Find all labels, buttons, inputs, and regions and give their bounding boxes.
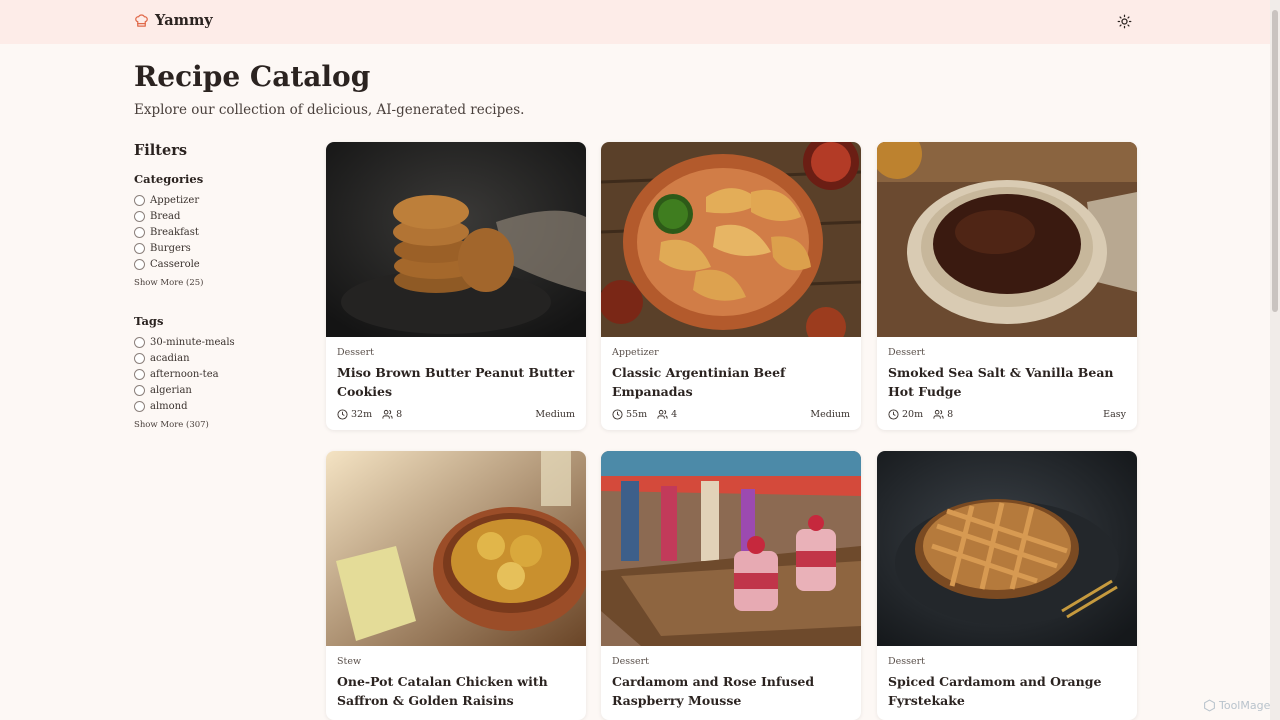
clock-icon — [612, 409, 623, 420]
recipe-image-hot-fudge — [877, 142, 1137, 337]
recipe-image-empanadas — [601, 142, 861, 337]
category-option-bread[interactable]: Bread — [134, 208, 304, 224]
radio-button[interactable] — [134, 242, 145, 254]
radio-button[interactable] — [134, 368, 145, 380]
recipe-card[interactable]: Dessert Cardamom and Rose Infused Raspbe… — [601, 451, 861, 720]
filters-title: Filters — [134, 142, 188, 159]
recipe-image-raspberry-mousse — [601, 451, 861, 646]
category-option-casserole[interactable]: Casserole — [134, 256, 304, 272]
brand-logo[interactable]: Yammy — [134, 12, 213, 29]
cook-time: 32m — [337, 409, 372, 420]
recipe-title: Cardamom and Rose Infused Raspberry Mous… — [612, 674, 815, 708]
page-title: Recipe Catalog — [134, 60, 371, 93]
brand-name: Yammy — [155, 12, 213, 29]
servings: 8 — [382, 409, 402, 420]
tags-filter: Tags 30-minute-meals acadian afternoon-t… — [134, 314, 304, 430]
difficulty: Medium — [535, 409, 575, 420]
recipe-card[interactable]: Dessert Spiced Cardamom and Orange Fyrst… — [877, 451, 1137, 720]
servings: 8 — [933, 409, 953, 420]
tag-option-algerian[interactable]: algerian — [134, 382, 304, 398]
recipe-image-cookies — [326, 142, 586, 337]
radio-button[interactable] — [134, 194, 145, 206]
chef-hat-icon — [135, 14, 148, 27]
tags-title: Tags — [134, 314, 164, 328]
recipe-card[interactable]: Appetizer Classic Argentinian Beef Empan… — [601, 142, 861, 430]
scrollbar[interactable] — [1270, 0, 1280, 720]
radio-button[interactable] — [134, 210, 145, 222]
page-subtitle: Explore our collection of delicious, AI-… — [134, 102, 525, 118]
tag-option-afternoon-tea[interactable]: afternoon-tea — [134, 366, 304, 382]
tag-option-almond[interactable]: almond — [134, 398, 304, 414]
recipe-title: Smoked Sea Salt & Vanilla Bean Hot Fudge — [888, 365, 1114, 399]
servings: 4 — [657, 409, 677, 420]
radio-button[interactable] — [134, 336, 145, 348]
category-option-breakfast[interactable]: Breakfast — [134, 224, 304, 240]
recipe-meta: 20m 8 Easy — [888, 409, 1126, 420]
watermark: ToolMage — [1203, 699, 1270, 712]
cook-time: 55m — [612, 409, 647, 420]
filters-sidebar: Filters Categories Appetizer Bread Break… — [134, 142, 304, 456]
sun-icon[interactable] — [1117, 14, 1132, 29]
cook-time: 20m — [888, 409, 923, 420]
recipe-category: Dessert — [888, 656, 925, 667]
recipe-title: Miso Brown Butter Peanut Butter Cookies — [337, 365, 575, 399]
radio-button[interactable] — [134, 384, 145, 396]
categories-title: Categories — [134, 172, 204, 186]
users-icon — [382, 409, 393, 419]
categories-show-more-button[interactable]: Show More (25) — [134, 278, 304, 288]
clock-icon — [337, 409, 348, 420]
scrollbar-thumb[interactable] — [1272, 10, 1278, 312]
recipe-card[interactable]: Stew One-Pot Catalan Chicken with Saffro… — [326, 451, 586, 720]
category-option-appetizer[interactable]: Appetizer — [134, 192, 304, 208]
category-option-burgers[interactable]: Burgers — [134, 240, 304, 256]
tags-show-more-button[interactable]: Show More (307) — [134, 420, 304, 430]
recipe-category: Dessert — [337, 347, 374, 358]
top-header: Yammy — [0, 0, 1270, 44]
recipe-category: Dessert — [888, 347, 925, 358]
users-icon — [933, 409, 944, 419]
recipe-meta: 32m 8 Medium — [337, 409, 575, 420]
recipe-category: Stew — [337, 656, 362, 667]
recipe-title: Classic Argentinian Beef Empanadas — [612, 365, 786, 399]
recipe-category: Appetizer — [612, 347, 659, 358]
radio-button[interactable] — [134, 226, 145, 238]
recipe-meta: 55m 4 Medium — [612, 409, 850, 420]
categories-filter: Categories Appetizer Bread Breakfast Bur… — [134, 172, 304, 288]
recipe-image-fyrstekake — [877, 451, 1137, 646]
recipe-title: Spiced Cardamom and Orange Fyrstekake — [888, 674, 1102, 708]
difficulty: Easy — [1103, 409, 1126, 420]
radio-button[interactable] — [134, 352, 145, 364]
recipe-category: Dessert — [612, 656, 649, 667]
users-icon — [657, 409, 668, 419]
hexagon-icon — [1204, 699, 1215, 712]
recipe-card[interactable]: Dessert Smoked Sea Salt & Vanilla Bean H… — [877, 142, 1137, 430]
radio-button[interactable] — [134, 400, 145, 412]
clock-icon — [888, 409, 899, 420]
recipe-card[interactable]: Dessert Miso Brown Butter Peanut Butter … — [326, 142, 586, 430]
difficulty: Medium — [810, 409, 850, 420]
tag-option-30-minute-meals[interactable]: 30-minute-meals — [134, 334, 304, 350]
tag-option-acadian[interactable]: acadian — [134, 350, 304, 366]
recipe-title: One-Pot Catalan Chicken with Saffron & G… — [337, 674, 548, 708]
recipe-image-chicken-stew — [326, 451, 586, 646]
radio-button[interactable] — [134, 258, 145, 270]
